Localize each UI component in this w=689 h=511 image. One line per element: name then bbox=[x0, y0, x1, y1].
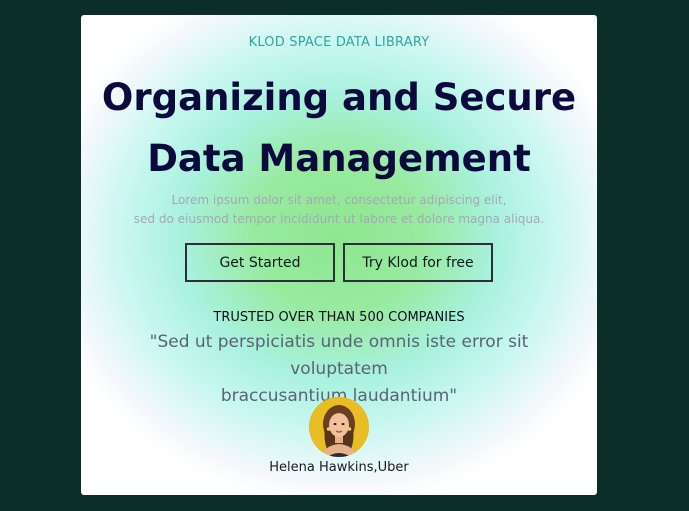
hero-description: Lorem ipsum dolor sit amet, consectetur … bbox=[81, 191, 597, 229]
page-title-line-1: Organizing and Secure bbox=[101, 76, 577, 119]
testimonial-author: Helena Hawkins,Uber bbox=[81, 460, 597, 475]
hero-card: KLOD SPACE DATA LIBRARY Organizing and S… bbox=[81, 15, 597, 495]
eyebrow-label: KLOD SPACE DATA LIBRARY bbox=[248, 35, 430, 50]
author-company: Uber bbox=[377, 460, 409, 475]
trusted-companies-label: TRUSTED OVER THAN 500 COMPANIES bbox=[213, 310, 465, 325]
get-started-button[interactable]: Get Started bbox=[185, 243, 335, 282]
avatar bbox=[309, 397, 369, 457]
testimonial-quote-line-1: "Sed ut perspiciatis unde omnis iste err… bbox=[149, 332, 529, 379]
hero-description-line-2: sed do eiusmod tempor incididunt ut labo… bbox=[133, 212, 545, 226]
try-for-free-button[interactable]: Try Klod for free bbox=[343, 243, 493, 282]
page-title: Organizing and Secure Data Management bbox=[81, 67, 597, 189]
hero-description-line-1: Lorem ipsum dolor sit amet, consectetur … bbox=[171, 193, 507, 207]
author-name: Helena Hawkins bbox=[269, 460, 374, 475]
person-portrait-icon bbox=[309, 397, 369, 457]
page-title-line-2: Data Management bbox=[147, 137, 531, 180]
